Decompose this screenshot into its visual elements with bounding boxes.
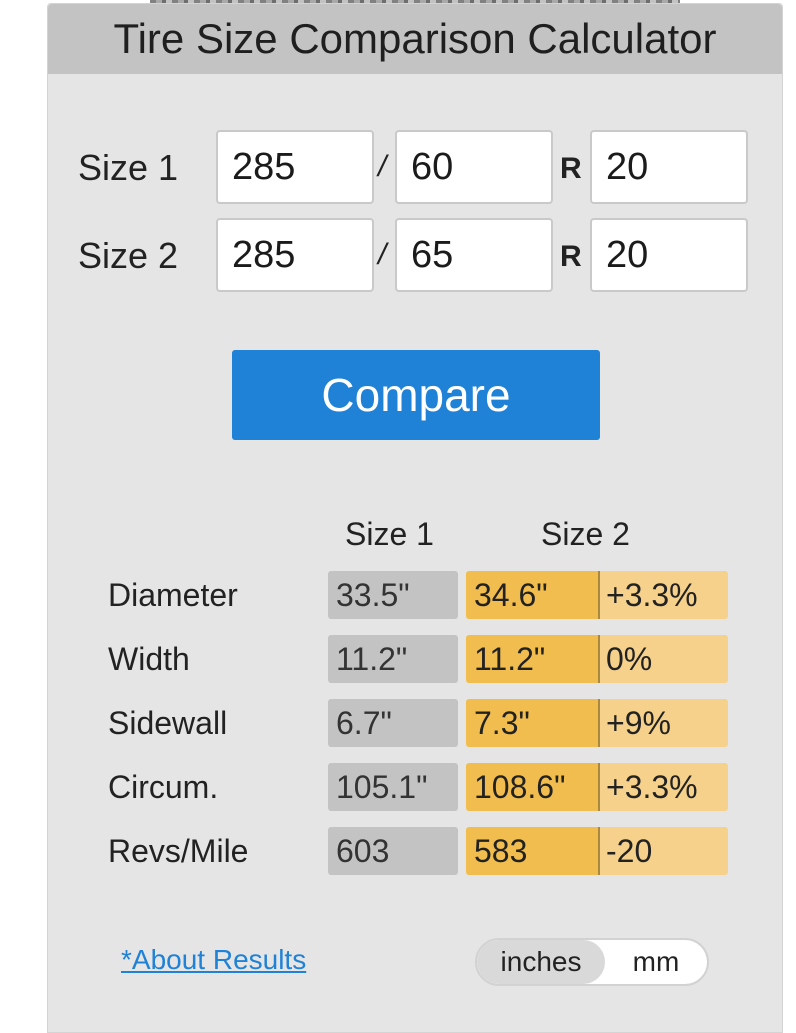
unit-toggle[interactable]: inches mm xyxy=(475,938,709,986)
size2-r-separator: R xyxy=(560,240,582,273)
size2-aspect-input[interactable] xyxy=(395,218,553,292)
unit-option-inches[interactable]: inches xyxy=(477,940,605,984)
results-header-size2: Size 2 xyxy=(541,516,630,552)
width-size2-value: 11.2" xyxy=(466,635,598,683)
sidewall-difference: +9% xyxy=(598,699,728,747)
revs-difference: -20 xyxy=(598,827,728,875)
compare-button[interactable]: Compare xyxy=(232,350,600,440)
circumference-size1-value: 105.1" xyxy=(328,763,458,811)
size2-slash-separator: / xyxy=(378,238,387,271)
sidewall-size2-value: 7.3" xyxy=(466,699,598,747)
unit-option-mm[interactable]: mm xyxy=(605,940,707,984)
calculator-panel: Tire Size Comparison Calculator Size 1 /… xyxy=(47,3,783,1033)
revs-size1-value: 603 xyxy=(328,827,458,875)
size2-rim-input[interactable] xyxy=(590,218,748,292)
row-label-revs-per-mile: Revs/Mile xyxy=(108,833,249,869)
size1-width-input[interactable] xyxy=(216,130,374,204)
sidewall-size1-value: 6.7" xyxy=(328,699,458,747)
diameter-size1-value: 33.5" xyxy=(328,571,458,619)
row-label-diameter: Diameter xyxy=(108,577,238,613)
diameter-difference: +3.3% xyxy=(598,571,728,619)
size2-label: Size 2 xyxy=(78,235,179,276)
size1-aspect-input[interactable] xyxy=(395,130,553,204)
size1-slash-separator: / xyxy=(378,150,387,183)
width-size1-value: 11.2" xyxy=(328,635,458,683)
size2-width-input[interactable] xyxy=(216,218,374,292)
circumference-difference: +3.3% xyxy=(598,763,728,811)
calculator-title: Tire Size Comparison Calculator xyxy=(48,4,782,74)
size1-label: Size 1 xyxy=(78,147,179,188)
width-difference: 0% xyxy=(598,635,728,683)
size1-r-separator: R xyxy=(560,152,582,185)
circumference-size2-value: 108.6" xyxy=(466,763,598,811)
row-label-width: Width xyxy=(108,641,190,677)
row-label-circumference: Circum. xyxy=(108,769,219,805)
about-results-link[interactable]: *About Results xyxy=(121,944,306,976)
row-label-sidewall: Sidewall xyxy=(108,705,228,741)
diameter-size2-value: 34.6" xyxy=(466,571,598,619)
revs-size2-value: 583 xyxy=(466,827,598,875)
size1-rim-input[interactable] xyxy=(590,130,748,204)
results-header-size1: Size 1 xyxy=(345,516,434,552)
